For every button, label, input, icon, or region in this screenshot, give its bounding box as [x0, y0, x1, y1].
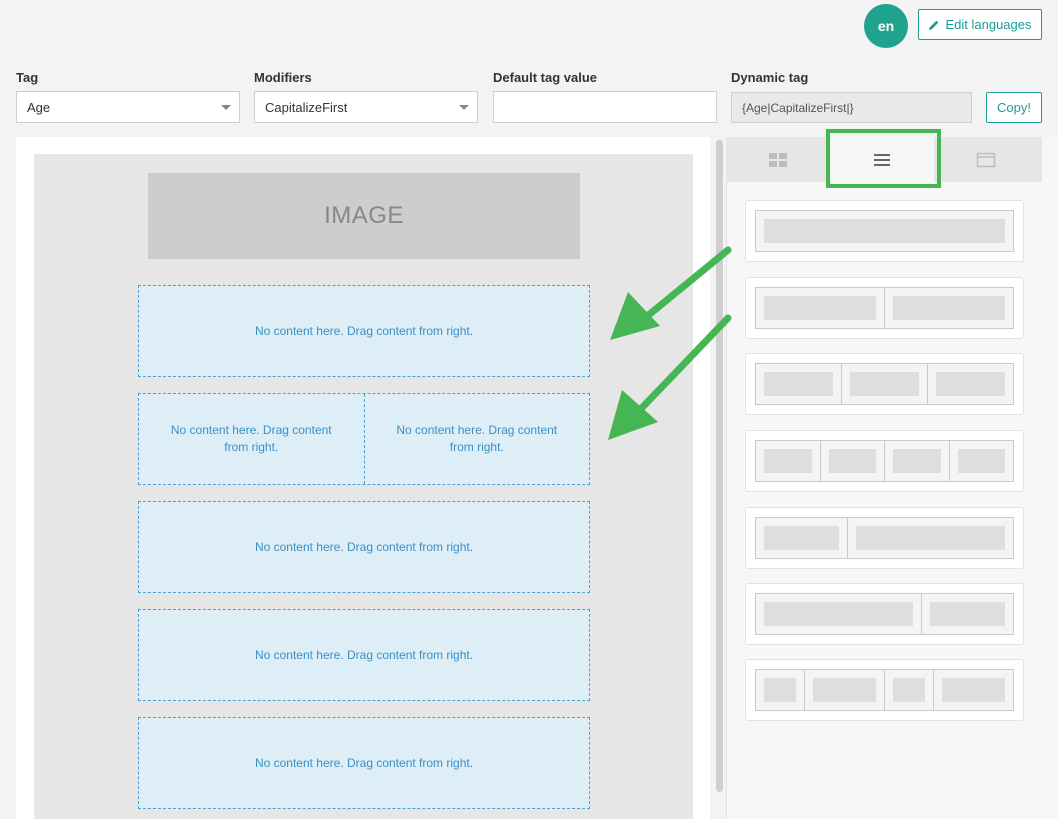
- layout-column: [841, 364, 927, 404]
- layout-column: [921, 594, 1013, 634]
- pencil-icon: [929, 20, 939, 30]
- language-badge[interactable]: en: [864, 4, 908, 48]
- layout-option[interactable]: [745, 277, 1024, 339]
- layout-column: [756, 288, 884, 328]
- tag-select-value: Age: [27, 99, 51, 115]
- layout-option[interactable]: [745, 430, 1024, 492]
- drop-zone-text: No content here. Drag content from right…: [170, 423, 332, 454]
- window-icon: [976, 152, 996, 167]
- grid-icon: [769, 152, 787, 167]
- drop-zone-text: No content here. Drag content from right…: [254, 755, 474, 770]
- layout-column: [756, 518, 847, 558]
- drop-zone-text: No content here. Drag content from right…: [363, 394, 590, 484]
- layout-column: [756, 211, 1013, 251]
- modifiers-select-value: CapitalizeFirst: [265, 99, 348, 115]
- layout-column: [884, 670, 933, 710]
- layout-column: [756, 441, 820, 481]
- layout-column: [932, 670, 1013, 710]
- layout-preview: [755, 363, 1014, 405]
- layout-preview: [755, 210, 1014, 252]
- tag-label: Tag: [16, 70, 39, 85]
- dynamic-tag-field: {Age|CapitalizeFirst|}: [731, 92, 972, 123]
- layout-column: [803, 670, 884, 710]
- tab-settings[interactable]: [934, 137, 1038, 182]
- layout-column: [948, 441, 1014, 481]
- layout-option[interactable]: [745, 200, 1024, 262]
- drop-zone-text: No content here. Drag content from right…: [254, 647, 474, 662]
- default-tag-input[interactable]: [493, 91, 717, 123]
- drop-zone[interactable]: No content here. Drag content from right…: [138, 717, 590, 809]
- layout-column: [756, 594, 921, 634]
- layout-column: [884, 288, 1013, 328]
- layout-preview: [755, 669, 1014, 711]
- canvas-scrollbar[interactable]: [716, 140, 723, 792]
- drop-zone[interactable]: No content here. Drag content from right…: [138, 609, 590, 701]
- chevron-down-icon: [221, 105, 231, 110]
- layout-column: [927, 364, 1013, 404]
- layout-preview: [755, 517, 1014, 559]
- layout-column: [756, 364, 841, 404]
- drop-zone[interactable]: No content here. Drag content from right…: [138, 501, 590, 593]
- layout-option[interactable]: [745, 659, 1024, 721]
- drop-zone[interactable]: No content here. Drag content from right…: [138, 393, 590, 485]
- layout-option[interactable]: [745, 507, 1024, 569]
- image-placeholder[interactable]: IMAGE: [148, 173, 580, 259]
- highlight-box: [826, 129, 941, 188]
- layout-preview: [755, 593, 1014, 635]
- tab-blocks[interactable]: [726, 137, 830, 182]
- layout-column: [846, 518, 1013, 558]
- layout-column: [884, 441, 949, 481]
- layout-column: [756, 670, 804, 710]
- drop-zone-text: No content here. Drag content from right…: [254, 323, 474, 338]
- layout-preview: [755, 440, 1014, 482]
- tag-select[interactable]: Age: [16, 91, 240, 123]
- layout-preview: [755, 287, 1014, 329]
- layout-option[interactable]: [745, 583, 1024, 645]
- layout-option[interactable]: [745, 353, 1024, 415]
- drop-zone[interactable]: No content here. Drag content from right…: [138, 285, 590, 377]
- modifiers-label: Modifiers: [254, 70, 312, 85]
- default-tag-label: Default tag value: [493, 70, 598, 85]
- modifiers-select[interactable]: CapitalizeFirst: [254, 91, 478, 123]
- edit-languages-label: Edit languages: [945, 17, 1032, 32]
- edit-languages-button[interactable]: Edit languages: [918, 9, 1042, 40]
- drop-zone-text: No content here. Drag content from right…: [254, 539, 474, 554]
- chevron-down-icon: [459, 105, 469, 110]
- dynamic-tag-label: Dynamic tag: [731, 70, 809, 85]
- layout-column: [819, 441, 885, 481]
- copy-button[interactable]: Copy!: [986, 92, 1042, 123]
